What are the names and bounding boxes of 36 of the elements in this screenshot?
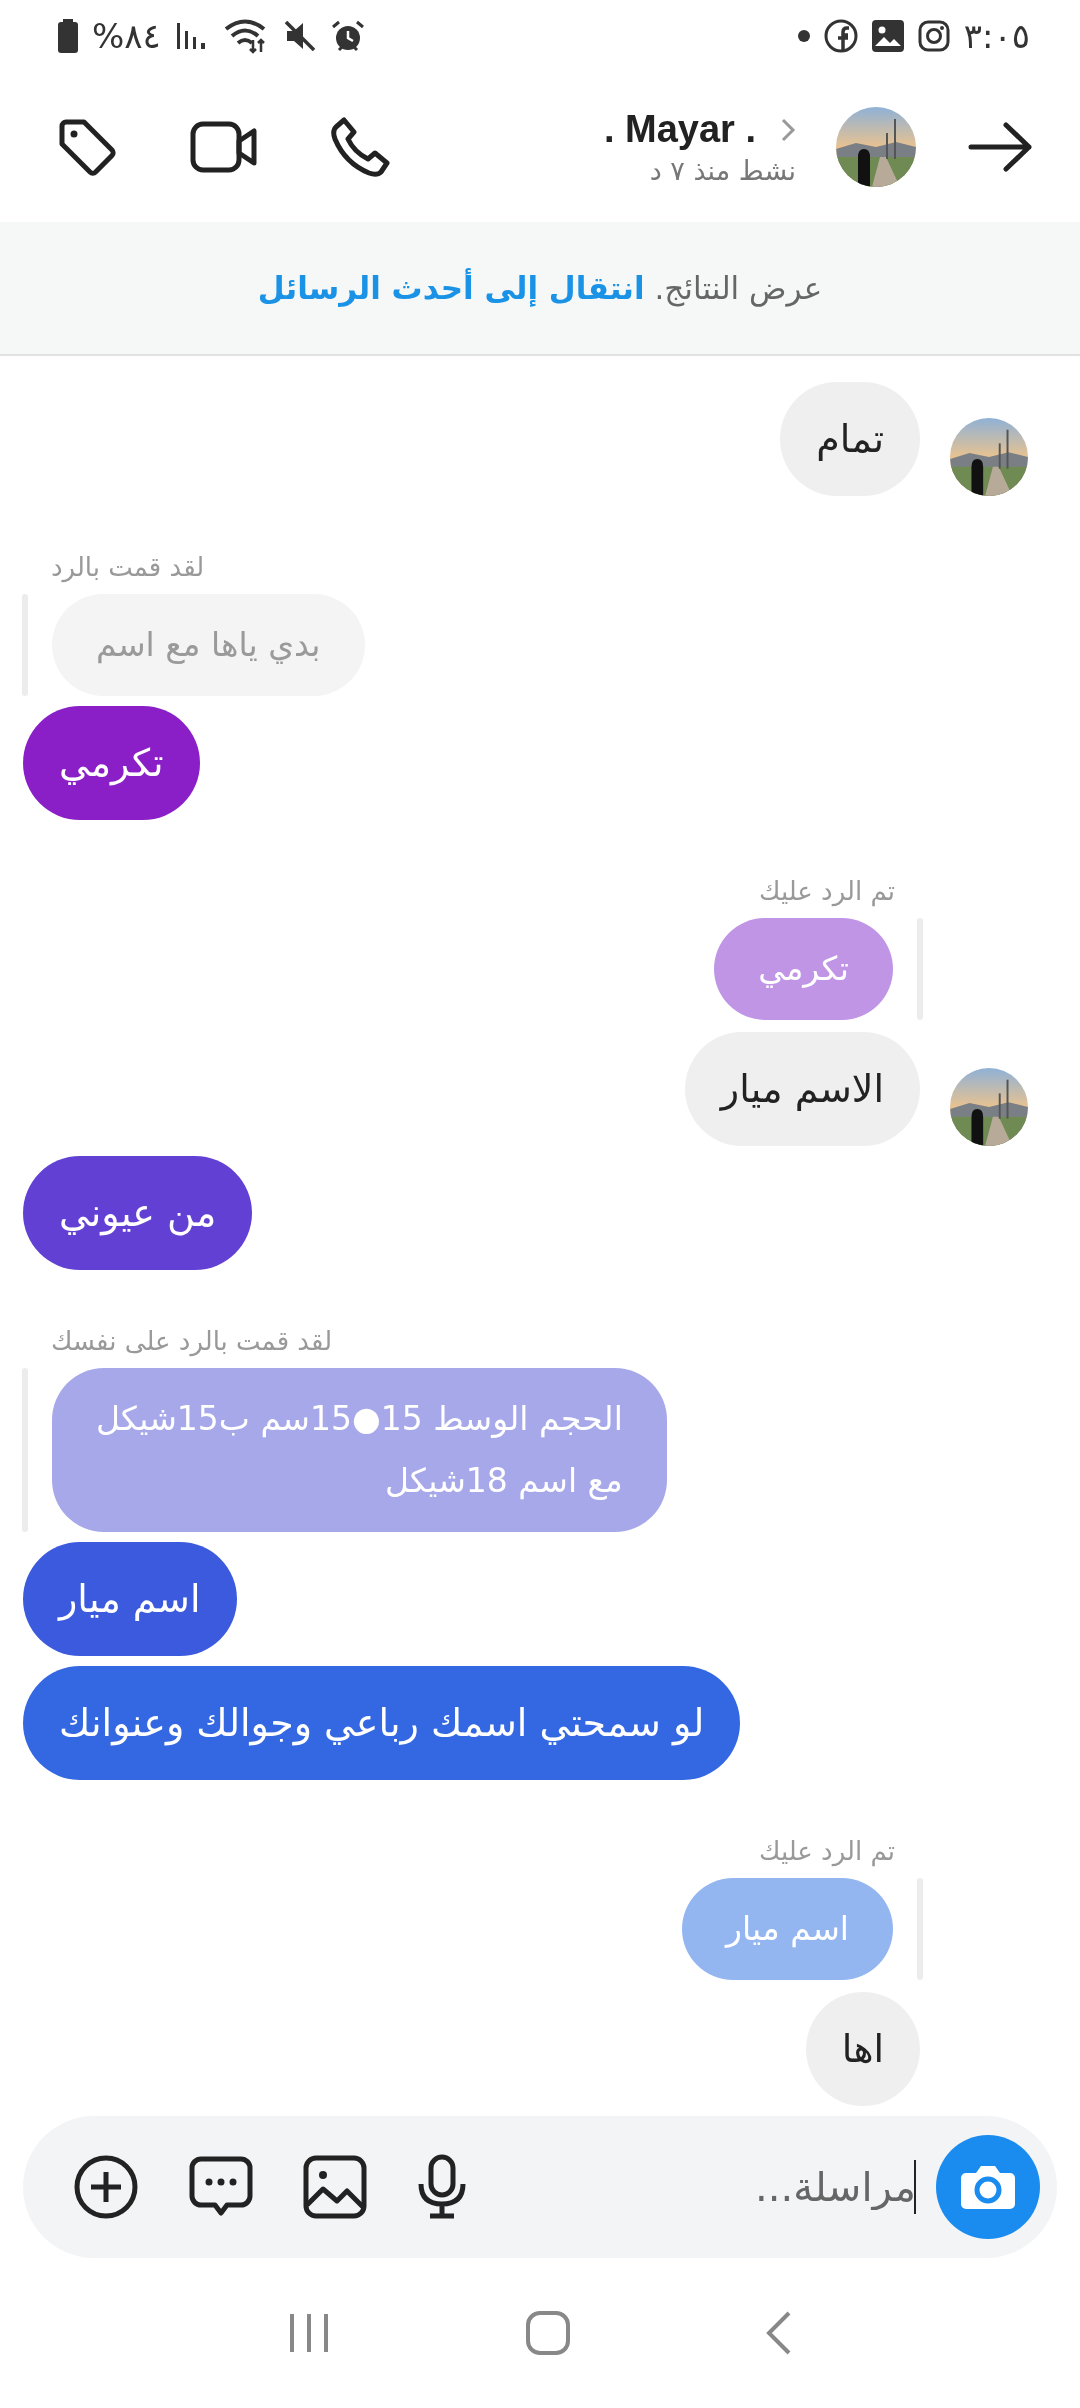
- chevron-icon: [780, 116, 796, 143]
- clock-time: ٣:٠٥: [963, 16, 1030, 56]
- home-icon[interactable]: [525, 2310, 571, 2356]
- message-bubble[interactable]: لو سمحتي اسمك رباعي وجوالك وعنوانك: [23, 1666, 741, 1780]
- forward-arrow-icon[interactable]: [968, 122, 1034, 172]
- add-icon[interactable]: [73, 2154, 139, 2220]
- battery-icon: [58, 19, 78, 53]
- alarm-icon: [330, 19, 365, 53]
- gallery-icon[interactable]: [303, 2155, 367, 2219]
- message-bubble[interactable]: اسم ميار: [23, 1542, 237, 1656]
- activity-status: نشط منذ ٧ د: [649, 155, 796, 186]
- message-bubble[interactable]: من عيوني: [23, 1156, 253, 1270]
- contact-name[interactable]: . Mayar .: [603, 108, 756, 151]
- battery-percent: %٨٤: [92, 16, 161, 56]
- message-bubble[interactable]: الاسم ميار: [684, 1032, 920, 1146]
- mute-icon: [282, 19, 317, 53]
- reply-note: تم الرد عليك: [758, 876, 895, 906]
- message-bubble[interactable]: اها: [805, 1992, 920, 2106]
- reply-note: تم الرد عليك: [758, 1836, 895, 1866]
- back-icon[interactable]: [765, 2310, 793, 2356]
- chat-bubble-icon[interactable]: [189, 2156, 253, 2218]
- message-bubble[interactable]: تمام: [780, 382, 920, 496]
- recent-apps-icon[interactable]: [287, 2312, 331, 2354]
- video-call-icon[interactable]: [190, 119, 258, 175]
- reply-note: لقد قمت بالرد على نفسك: [51, 1326, 333, 1356]
- image-icon: [871, 20, 904, 52]
- phone-icon[interactable]: [330, 116, 392, 178]
- dot-icon: [797, 30, 810, 42]
- banner-text: عرض النتائج. انتقال إلى أحدث الرسائل: [257, 270, 823, 306]
- f-logo-icon: [823, 19, 858, 53]
- microphone-icon[interactable]: [417, 2154, 467, 2220]
- reply-note: لقد قمت بالرد: [51, 552, 205, 582]
- message-bubble[interactable]: تكرمي: [23, 706, 200, 820]
- camera-icon: [960, 2163, 1016, 2211]
- latest-messages-link[interactable]: انتقال إلى أحدث الرسائل: [257, 270, 645, 306]
- camera-outline-icon: [917, 20, 950, 52]
